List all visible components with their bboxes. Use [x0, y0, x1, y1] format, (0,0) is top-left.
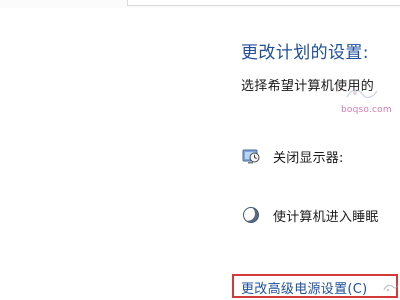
sleep-setting-row: 使计算机进入睡眠 [241, 204, 379, 226]
corner-watermark-icon [383, 284, 399, 292]
plan-settings-heading: 更改计划的设置: [241, 43, 369, 63]
sleep-label: 使计算机进入睡眠 [273, 209, 379, 225]
monitor-off-setting-row: 关闭显示器: [241, 145, 344, 167]
watermark-logo-icon [346, 89, 378, 99]
moon-sleep-icon [241, 205, 261, 225]
top-panel-edge [127, 0, 400, 6]
advanced-power-settings-link[interactable]: 更改高级电源设置(C) [241, 281, 368, 299]
monitor-off-label: 关闭显示器: [273, 150, 344, 166]
monitor-clock-icon [241, 146, 261, 166]
watermark-text: boqso.com [341, 105, 392, 115]
power-plan-settings-page: 更改计划的设置: 选择希望计算机使用的 关闭显示器: 使计算机进入睡眠 更改高级… [0, 0, 400, 300]
